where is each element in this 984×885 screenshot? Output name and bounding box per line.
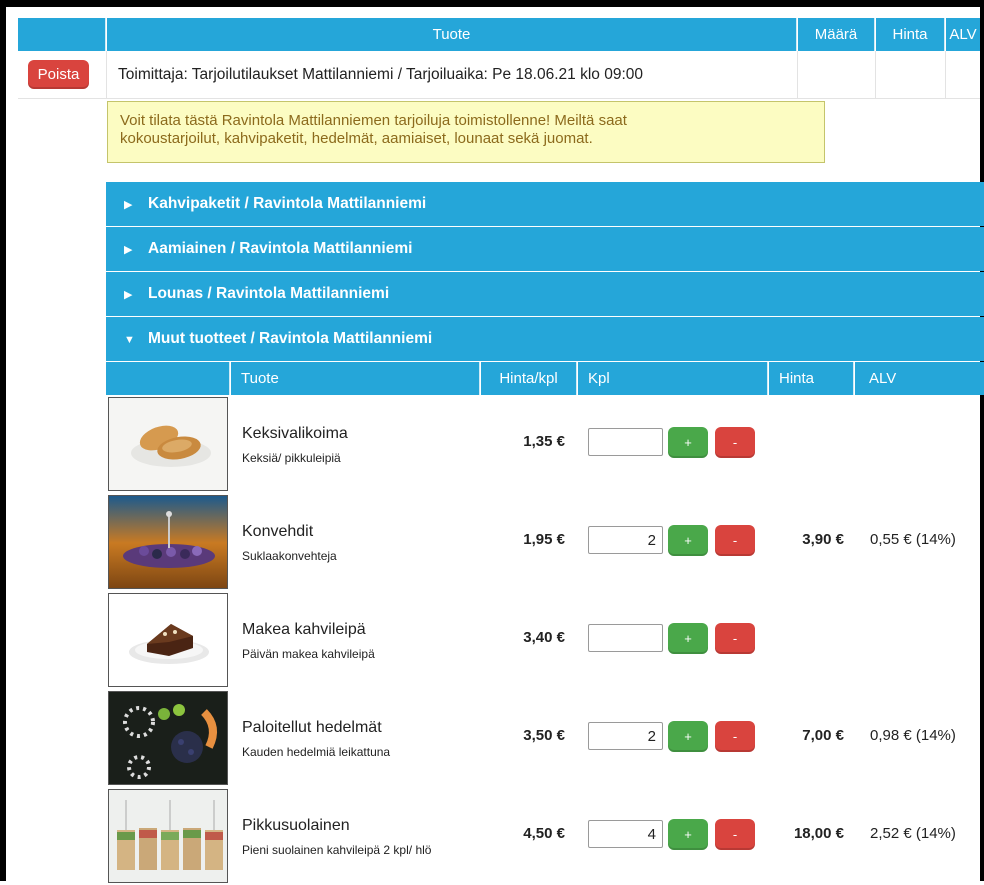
quantity-input[interactable] [588,624,663,652]
product-total: 18,00 € [793,825,844,842]
product-total: 7,00 € [802,727,844,744]
product-unit-price: 3,40 € [523,629,565,646]
supplier-info: Toimittaja: Tarjoilutilaukset Mattilanni… [118,66,643,83]
window-left-border [0,0,6,881]
product-image [108,495,228,589]
category-label: Muut tuotteet / Ravintola Mattilanniemi [148,330,433,347]
quantity-input[interactable] [588,722,663,750]
header-empty-cell [18,18,106,51]
info-line-2: kokoustarjoilut, kahvipaketit, hedelmät,… [120,130,593,147]
info-notice: Voit tilata tästä Ravintola Mattilanniem… [107,101,825,163]
product-total: 3,90 € [802,531,844,548]
header-unit-price: Hinta/kpl [481,362,577,395]
increase-button[interactable]: + [668,427,708,458]
decrease-button[interactable]: - [715,819,755,850]
header-vat: ALV [855,362,984,395]
column-divider [875,51,876,99]
header-price: Hinta [876,18,945,51]
product-table-header: Tuote Hinta/kpl Kpl Hinta ALV [106,362,984,395]
window-top-border [0,0,984,7]
product-unit-price: 3,50 € [523,727,565,744]
product-image [108,691,228,785]
caret-right-icon: ▶ [124,244,133,256]
category-muut-tuotteet[interactable]: ▼ Muut tuotteet / Ravintola Mattilanniemi [106,317,984,361]
product-unit-price: 4,50 € [523,825,565,842]
header-pcs: Kpl [578,362,768,395]
product-name: Paloitellut hedelmät [242,719,382,736]
product-row: Pikkusuolainen Pieni suolainen kahvileip… [106,787,984,885]
product-name: Makea kahvileipä [242,621,366,638]
caret-right-icon: ▶ [124,199,133,211]
product-vat: 2,52 € (14%) [870,825,956,842]
decrease-button[interactable]: - [715,525,755,556]
product-unit-price: 1,35 € [523,433,565,450]
product-image [108,397,228,491]
increase-button[interactable]: + [668,623,708,654]
caret-right-icon: ▶ [124,289,133,301]
increase-button[interactable]: + [668,721,708,752]
decrease-button[interactable]: - [715,623,755,654]
column-divider [797,51,798,99]
decrease-button[interactable]: - [715,427,755,458]
caret-down-icon: ▼ [124,334,135,346]
product-description: Pieni suolainen kahvileipä 2 kpl/ hlö [242,843,432,857]
product-description: Suklaakonvehteja [242,549,337,563]
header-product: Tuote [231,362,480,395]
decrease-button[interactable]: - [715,721,755,752]
product-vat: 0,55 € (14%) [870,531,956,548]
product-row: Keksivalikoima Keksiä/ pikkuleipiä 1,35 … [106,395,984,493]
quantity-input[interactable] [588,526,663,554]
product-description: Päivän makea kahvileipä [242,647,375,661]
column-divider [106,51,107,99]
remove-button[interactable]: Poista [28,60,89,89]
product-name: Pikkusuolainen [242,817,350,834]
supplier-row: Poista Toimittaja: Tarjoilutilaukset Mat… [18,51,980,99]
product-image [108,789,228,883]
increase-button[interactable]: + [668,525,708,556]
order-table-header: Tuote Määrä Hinta ALV [18,18,980,51]
info-line-1: Voit tilata tästä Ravintola Mattilanniem… [120,112,627,129]
quantity-input[interactable] [588,428,663,456]
quantity-input[interactable] [588,820,663,848]
product-unit-price: 1,95 € [523,531,565,548]
category-kahvipaketit[interactable]: ▶ Kahvipaketit / Ravintola Mattilanniemi [106,182,984,226]
product-row: Paloitellut hedelmät Kauden hedelmiä lei… [106,689,984,787]
product-description: Keksiä/ pikkuleipiä [242,451,341,465]
product-vat: 0,98 € (14%) [870,727,956,744]
category-aamiainen[interactable]: ▶ Aamiainen / Ravintola Mattilanniemi [106,227,984,271]
header-price: Hinta [769,362,854,395]
header-quantity: Määrä [798,18,875,51]
header-product: Tuote [107,18,797,51]
category-lounas[interactable]: ▶ Lounas / Ravintola Mattilanniemi [106,272,984,316]
product-row: Konvehdit Suklaakonvehteja 1,95 € + - 3,… [106,493,984,591]
product-image [108,593,228,687]
increase-button[interactable]: + [668,819,708,850]
column-divider [945,51,946,99]
product-name: Konvehdit [242,523,314,540]
product-name: Keksivalikoima [242,425,348,442]
header-vat: ALV [946,18,980,51]
category-label: Aamiainen / Ravintola Mattilanniemi [148,240,413,257]
product-row: Makea kahvileipä Päivän makea kahvileipä… [106,591,984,689]
product-description: Kauden hedelmiä leikattuna [242,745,391,759]
category-label: Kahvipaketit / Ravintola Mattilanniemi [148,195,427,212]
category-label: Lounas / Ravintola Mattilanniemi [148,285,390,302]
header-image-cell [106,362,230,395]
